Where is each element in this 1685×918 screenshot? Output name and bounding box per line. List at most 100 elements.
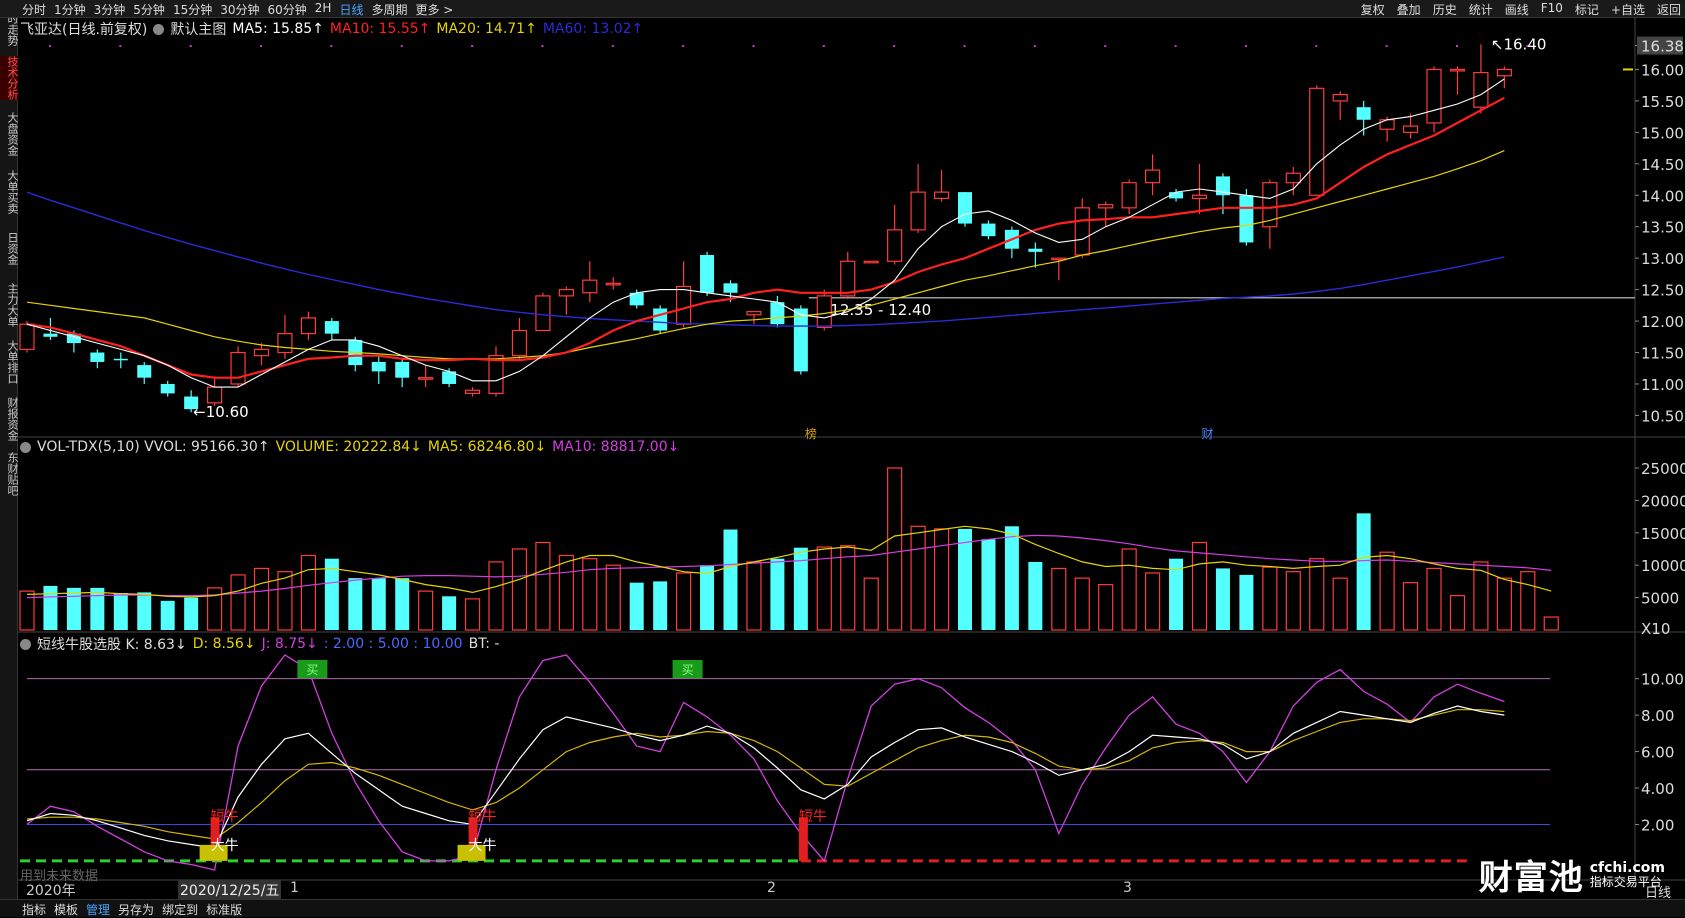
candle-up — [535, 295, 551, 332]
candle-down — [770, 302, 785, 325]
ma20-line — [26, 150, 1505, 360]
event-dot — [822, 45, 825, 47]
vol-bar-up — [558, 554, 574, 631]
event-dot — [1033, 45, 1036, 47]
vol-bar-down — [723, 529, 738, 630]
kdj-tick-label: 8.00 — [1641, 707, 1674, 725]
gear-icon[interactable] — [153, 23, 165, 35]
candle-up — [1473, 71, 1489, 108]
candle-up — [1496, 68, 1512, 77]
candle-down — [981, 223, 996, 237]
event-dot — [1244, 45, 1247, 47]
kdj-tick-label: 6.00 — [1641, 744, 1674, 762]
indicator-legend: 短线牛股选股 K: 8.63↓ D: 8.56↓ J: 8.75↓ : 2.00… — [20, 634, 499, 654]
vol-bar-up — [863, 577, 879, 631]
vol-bar-up — [1121, 548, 1137, 631]
vol-bar-up — [675, 572, 692, 631]
stock-chart[interactable]: 16.3816.0015.5015.0014.5014.0013.5013.00… — [0, 0, 1685, 917]
watermark-text: cfchi.com 指标交易平台 — [1590, 861, 1665, 889]
candle-up — [277, 333, 293, 354]
vol-ma5: MA5: 68246.80↓ — [427, 439, 547, 455]
gear-icon[interactable] — [20, 441, 31, 453]
short-bull-label: 短牛 — [211, 809, 239, 825]
watermark: 财富池 cfchi.com 指标交易平台 — [1479, 850, 1665, 899]
price-tick-label: 16.38 — [1641, 38, 1684, 56]
date-axis: 2020年 2020/12/25/五 1 2 3 — [18, 880, 1638, 900]
price-tick-label: 13.50 — [1641, 219, 1684, 237]
vol-bar-up — [605, 564, 621, 631]
candle-down — [958, 192, 972, 224]
vol-bar-down — [629, 582, 644, 630]
price-tick-label: 15.00 — [1641, 124, 1684, 142]
bottom-tab-0[interactable]: 指标 — [22, 901, 46, 918]
vol-bar-up — [933, 528, 950, 631]
vol-bar-up — [1332, 577, 1348, 631]
event-dot — [682, 45, 685, 47]
vol-bar-down — [958, 528, 972, 630]
event-dot — [893, 45, 896, 47]
candle-up — [863, 260, 879, 264]
vol-bar-up — [1285, 571, 1301, 631]
month-label: 2 — [767, 880, 776, 896]
price-tick-label: 14.00 — [1641, 187, 1684, 205]
vol-bar-down — [442, 596, 457, 630]
indicator-j: J: 8.75↓ — [261, 636, 318, 652]
candle-down — [723, 283, 738, 293]
candle-down — [1028, 248, 1043, 252]
vol-bar-up — [535, 541, 551, 631]
candle-down — [653, 308, 668, 331]
ma10-line — [26, 96, 1505, 379]
candle-down — [1239, 195, 1254, 243]
candle-up — [1449, 68, 1466, 72]
vol-bar-down — [653, 581, 668, 630]
gear-icon[interactable] — [20, 638, 31, 650]
vol-tick-label: 15000 — [1641, 525, 1685, 543]
candle-up — [887, 229, 903, 262]
future-data-note: 用到未来数据 — [20, 869, 99, 884]
vol-bar-up — [277, 571, 293, 631]
event-dot — [541, 45, 544, 47]
event-dot — [400, 45, 403, 47]
candle-up — [910, 191, 926, 231]
bottom-tab-4[interactable]: 绑定到 — [162, 901, 198, 918]
stock-title[interactable]: 飞亚达(日线.前复权) — [20, 19, 147, 39]
ma60-line — [26, 191, 1505, 327]
price-tick-label: 12.50 — [1641, 282, 1684, 300]
ma5-label: MA5: 15.85↑ — [232, 21, 324, 37]
main-chart-legend: 飞亚达(日线.前复权) 默认主图 MA5: 15.85↑ MA10: 15.55… — [20, 19, 643, 39]
bottom-tab-1[interactable]: 模板 — [54, 901, 78, 918]
cursor-date: 2020/12/25/五 — [178, 880, 282, 900]
kdj-j-line — [26, 654, 1505, 871]
vol-tick-label: 20000 — [1641, 492, 1685, 510]
buy-signal-label: 买 — [306, 663, 318, 677]
price-tick-label: 13.00 — [1641, 250, 1684, 268]
vol-bar-down — [395, 578, 410, 630]
bottom-tab-5[interactable]: 标准版 — [206, 901, 242, 918]
template-label[interactable]: 默认主图 — [170, 19, 226, 39]
bottom-tab-3[interactable]: 另存为 — [118, 901, 154, 918]
ma20-label: MA20: 14.71↑ — [436, 21, 537, 37]
indicator-name[interactable]: 短线牛股选股 K: 8.63↓ — [37, 634, 187, 654]
candle-up — [230, 351, 246, 385]
candle-up — [1191, 194, 1208, 200]
bottom-tab-2[interactable]: 管理 — [86, 901, 110, 918]
vol-bar-up — [1074, 577, 1090, 631]
vol-bar-up — [1191, 541, 1208, 631]
candle-up — [1098, 204, 1114, 209]
candle-down — [90, 352, 105, 362]
event-dot — [471, 45, 474, 47]
watermark-name: 财富池 — [1478, 858, 1584, 898]
price-tick-label: 11.00 — [1641, 376, 1684, 394]
vol-bar-down — [1004, 526, 1019, 630]
candle-up — [418, 377, 434, 380]
indicator-bt: BT: - — [468, 636, 500, 652]
vol-bar-down — [981, 539, 996, 630]
candle-up — [464, 389, 481, 395]
candle-up — [1402, 125, 1419, 133]
vol-name[interactable]: VOL-TDX(5,10) VVOL: 95166.30↑ — [37, 439, 270, 455]
candle-up — [1285, 172, 1301, 184]
event-dot — [1174, 45, 1177, 47]
indicator-levels: : 2.00 : 5.00 : 10.00 — [323, 636, 463, 652]
vol-bar-up — [488, 561, 504, 631]
kdj-d-line — [26, 709, 1505, 840]
